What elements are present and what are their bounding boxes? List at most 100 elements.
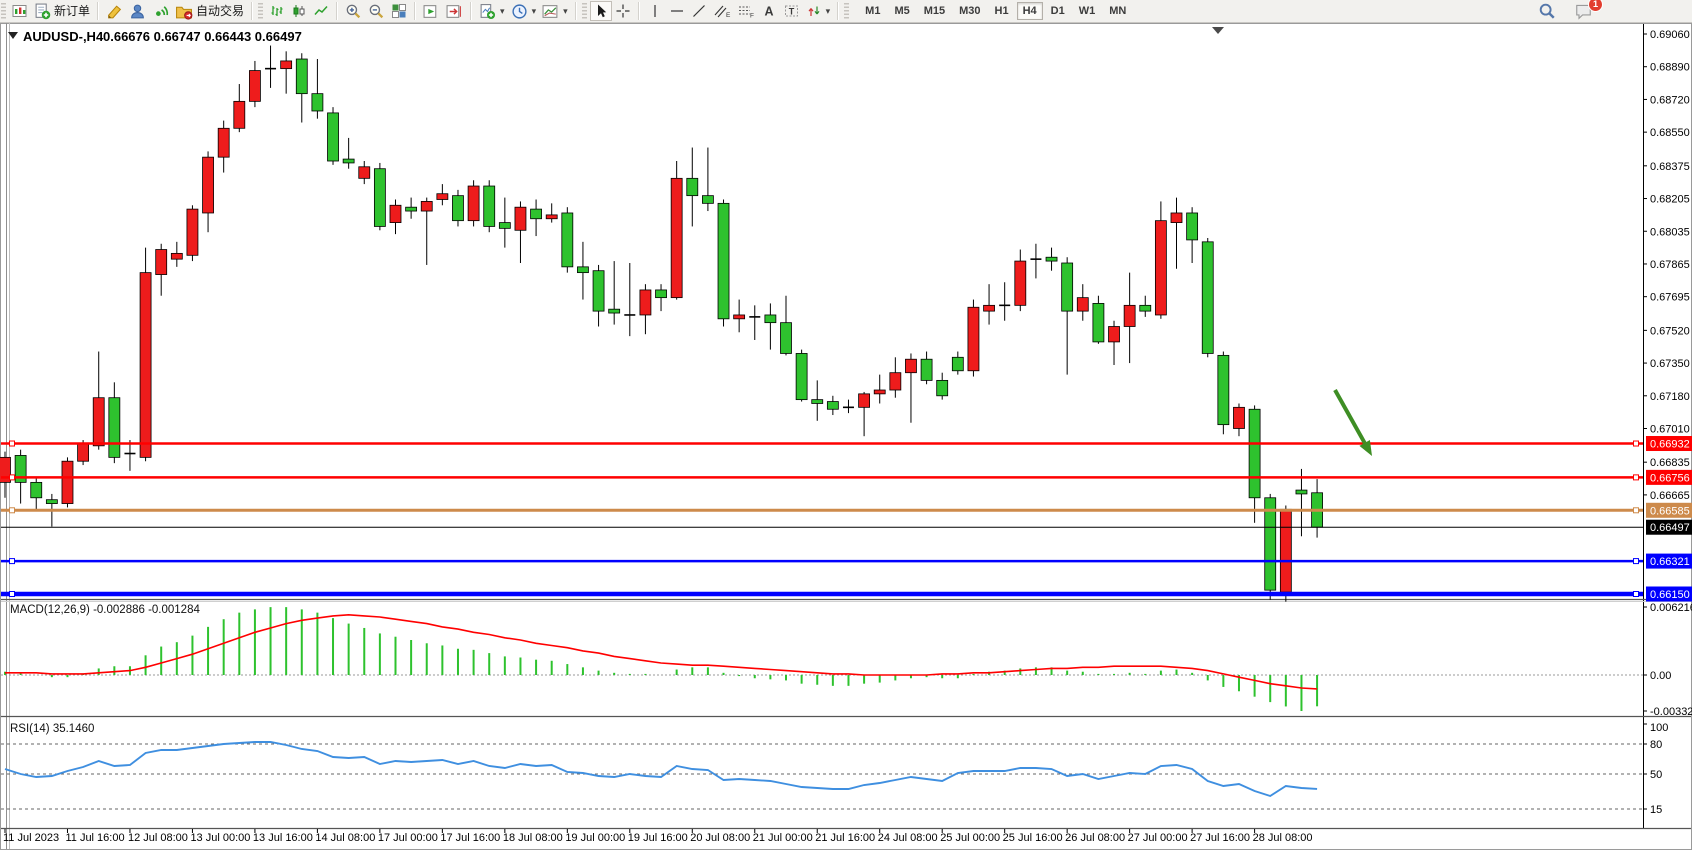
chart-area[interactable]: 0.690600.688900.687200.685500.683750.682…: [0, 0, 1692, 851]
candle-body: [1155, 221, 1166, 315]
candle-body: [1171, 213, 1182, 223]
tile-windows-icon[interactable]: [388, 1, 410, 21]
svg-text:15: 15: [1650, 804, 1662, 816]
date-label: 20 Jul 08:00: [690, 832, 750, 844]
price-axis-ticks: 0.690600.688900.687200.685500.683750.682…: [1643, 29, 1690, 502]
arrows-icon[interactable]: ▾: [803, 1, 834, 21]
toolbar-grip[interactable]: [1, 3, 6, 19]
line-handle[interactable]: [1634, 559, 1639, 564]
search-icon[interactable]: [1535, 1, 1559, 21]
cursor-icon[interactable]: [590, 1, 612, 21]
timeframe-MN[interactable]: MN: [1103, 2, 1132, 20]
candlestick-icon[interactable]: [288, 1, 310, 21]
fibonacci-icon[interactable]: F: [734, 1, 758, 21]
candle-body: [1233, 407, 1244, 428]
toolbar-grip[interactable]: [582, 3, 587, 19]
crosshair-icon[interactable]: [612, 1, 634, 21]
svg-text:100: 100: [1650, 722, 1668, 734]
candle-body: [734, 315, 745, 319]
bar-chart-icon[interactable]: [266, 1, 288, 21]
svg-text:0.68375: 0.68375: [1650, 161, 1690, 173]
candle-body: [0, 457, 11, 482]
date-label: 17 Jul 16:00: [440, 832, 500, 844]
chevron-down-icon: ▾: [500, 6, 505, 17]
svg-text:0.67865: 0.67865: [1650, 259, 1690, 271]
line-handle[interactable]: [10, 592, 15, 597]
candle-body: [812, 400, 823, 404]
svg-text:0.69060: 0.69060: [1650, 29, 1690, 41]
candle-body: [1124, 305, 1135, 326]
zoom-in-icon[interactable]: [342, 1, 365, 21]
candle-body: [1015, 261, 1026, 305]
signal-icon[interactable]: [149, 1, 172, 21]
zoom-out-icon[interactable]: [365, 1, 388, 21]
candle-body: [827, 402, 838, 410]
date-label: 12 Jul 08:00: [128, 832, 188, 844]
line-handle[interactable]: [10, 559, 15, 564]
candle-body: [140, 273, 151, 458]
svg-text:50: 50: [1650, 769, 1662, 781]
candle-body: [62, 461, 73, 503]
new-order-button[interactable]: 新订单: [31, 1, 93, 21]
candle-body: [531, 209, 542, 219]
chart-icon[interactable]: [9, 1, 31, 21]
candle-body: [156, 250, 167, 275]
svg-text:0.68720: 0.68720: [1650, 94, 1690, 106]
line-handle[interactable]: [1634, 508, 1639, 513]
separator: [470, 2, 472, 20]
text-icon[interactable]: A: [758, 1, 780, 21]
timeframe-M30[interactable]: M30: [953, 2, 986, 20]
line-handle[interactable]: [1634, 475, 1639, 480]
candle-body: [702, 196, 713, 204]
timeframe-D1[interactable]: D1: [1045, 2, 1071, 20]
horizontal-line-icon[interactable]: [666, 1, 688, 21]
timeframe-M1[interactable]: M1: [859, 2, 886, 20]
line-handle[interactable]: [10, 475, 15, 480]
timeframe-H1[interactable]: H1: [989, 2, 1015, 20]
candle-body: [640, 290, 651, 315]
autotrading-button[interactable]: 自动交易: [172, 1, 247, 21]
timeframe-H4[interactable]: H4: [1017, 2, 1043, 20]
toolbar-grip[interactable]: [844, 3, 849, 19]
svg-text:0.67350: 0.67350: [1650, 358, 1690, 370]
svg-text:A: A: [764, 5, 773, 19]
svg-text:0.006216: 0.006216: [1650, 602, 1692, 614]
channel-icon[interactable]: E: [710, 1, 734, 21]
candle-body: [515, 207, 526, 230]
vertical-line-icon[interactable]: [644, 1, 666, 21]
trendline-icon[interactable]: [688, 1, 710, 21]
chat-icon[interactable]: 1: [1571, 1, 1596, 21]
line-handle[interactable]: [10, 441, 15, 446]
candle-body: [437, 194, 448, 200]
date-label: 13 Jul 00:00: [190, 832, 250, 844]
candle-body: [499, 223, 510, 229]
label-icon[interactable]: T: [780, 1, 803, 21]
periods-icon[interactable]: ▾: [508, 1, 540, 21]
profile-icon[interactable]: [126, 1, 149, 21]
date-label: 13 Jul 16:00: [253, 832, 313, 844]
date-label: 27 Jul 16:00: [1190, 832, 1250, 844]
candle-body: [577, 267, 588, 273]
candle-body: [796, 353, 807, 399]
autoscroll-icon[interactable]: [420, 1, 443, 21]
templates-icon[interactable]: ▾: [539, 1, 571, 21]
line-handle[interactable]: [1634, 441, 1639, 446]
timeframe-M5[interactable]: M5: [888, 2, 915, 20]
candle-body: [765, 315, 776, 323]
line-handle[interactable]: [10, 508, 15, 513]
line-chart-icon[interactable]: [310, 1, 332, 21]
macd-label: MACD(12,26,9) -0.002886 -0.001284: [10, 604, 200, 616]
timeframe-W1[interactable]: W1: [1073, 2, 1102, 20]
separator: [638, 2, 640, 20]
line-handle[interactable]: [1634, 592, 1639, 597]
separator: [336, 2, 338, 20]
toolbar-grip[interactable]: [258, 3, 263, 19]
svg-text:F: F: [750, 13, 754, 20]
candle-body: [359, 167, 370, 179]
timeframe-M15[interactable]: M15: [918, 2, 951, 20]
crayon-icon[interactable]: [103, 1, 126, 21]
candle-body: [343, 159, 354, 163]
new-chart-icon[interactable]: ▾: [476, 1, 508, 21]
chart-shift-icon[interactable]: [443, 1, 466, 21]
date-axis[interactable]: 11 Jul 202311 Jul 16:0012 Jul 08:0013 Ju…: [3, 829, 1313, 844]
